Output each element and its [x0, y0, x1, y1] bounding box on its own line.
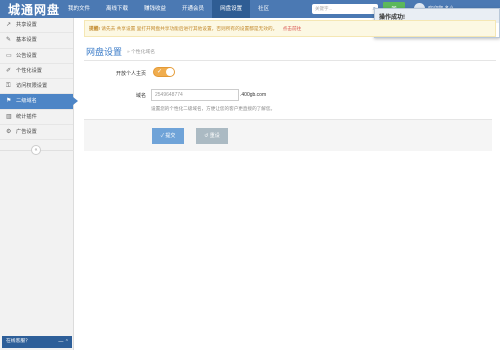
- sidebar-item-label: 公告设置: [16, 52, 37, 59]
- sidebar-item-ads[interactable]: ⚙ 广告设置: [0, 125, 73, 141]
- sidebar-item-subdomain[interactable]: ⚑ 二级域名: [0, 94, 78, 110]
- sidebar-item-label: 二级域名: [16, 98, 37, 105]
- sidebar-item-label: 基本设置: [16, 37, 37, 44]
- reset-label: 重设: [209, 133, 220, 139]
- nav-disk-settings[interactable]: 网盘设置: [212, 0, 251, 18]
- submit-button[interactable]: ✓ 提交: [152, 128, 184, 144]
- title-divider: [84, 60, 496, 61]
- breadcrumb: » 个性化域名: [127, 50, 155, 55]
- sidebar-item-label: 广告设置: [16, 129, 37, 136]
- collapse-icon: «: [34, 147, 38, 153]
- submit-label: 提交: [165, 133, 176, 139]
- notice-prefix: 提醒!: [89, 26, 100, 31]
- sidebar-item-personalize[interactable]: ✐ 个性化设置: [0, 64, 73, 80]
- sidebar-item-announcement[interactable]: ▭ 公告设置: [0, 49, 73, 64]
- notice-text: 请先去 共享设置 里打开网盘共享功能后进行其他设置，否则所有的设置都是无效的。: [101, 26, 278, 31]
- sidebar-item-basic[interactable]: ✎ 基本设置: [0, 33, 73, 49]
- sidebar: ↗ 共享设置 ✎ 基本设置 ▭ 公告设置 ✐ 个性化设置 ⚿ 访问权限设置 ⚑ …: [0, 18, 78, 350]
- nav-offline-download[interactable]: 离线下载: [98, 0, 136, 18]
- stats-icon: ▥: [6, 113, 12, 120]
- warning-notice: 提醒! 请先去 共享设置 里打开网盘共享功能后进行其他设置，否则所有的设置都是无…: [84, 20, 496, 37]
- nav-earnings[interactable]: 赚钱收益: [136, 0, 174, 18]
- form-actions: ✓ 提交 ↺ 重设: [84, 119, 492, 151]
- sidebar-item-label: 共享设置: [16, 22, 37, 28]
- search-placeholder: 关键字...: [315, 6, 333, 11]
- pencil-icon: ✎: [6, 37, 12, 44]
- sidebar-collapse-button[interactable]: «: [31, 145, 41, 155]
- sidebar-item-share[interactable]: ↗ 共享设置: [0, 18, 73, 34]
- sidebar-item-access[interactable]: ⚿ 访问权限设置: [0, 79, 73, 95]
- key-icon: ⚿: [6, 83, 11, 90]
- homepage-toggle[interactable]: ✓: [153, 67, 175, 77]
- page-title: 网盘设置: [86, 47, 123, 57]
- reset-button[interactable]: ↺ 重设: [196, 128, 228, 144]
- domain-label: 域名: [135, 93, 146, 99]
- domain-suffix: .400gb.com: [240, 92, 267, 98]
- chat-label: 在线客服？: [6, 339, 30, 344]
- check-icon: ✓: [157, 69, 163, 75]
- monitor-icon: ▭: [6, 52, 12, 59]
- sidebar-item-label: 访问权限设置: [16, 83, 48, 90]
- app-logo[interactable]: 城通网盘: [8, 1, 60, 18]
- brush-icon: ✐: [6, 67, 12, 74]
- main-nav: 我的文件 离线下载 赚钱收益 开通会员 网盘设置 社区: [60, 0, 277, 18]
- domain-field[interactable]: 2549648774: [151, 89, 239, 101]
- domain-value: 2549648774: [155, 92, 183, 98]
- share-icon: ↗: [6, 22, 12, 28]
- gear-icon: ⚙: [6, 129, 12, 136]
- sidebar-item-label: 个性化设置: [16, 67, 42, 74]
- online-support-bar[interactable]: 在线客服？ — ⌃: [2, 336, 72, 348]
- homepage-label: 开放个人主页: [115, 71, 146, 77]
- domain-help-text: 设置您的个性化二级域名，方便让您的客户更直接的了解您。: [151, 106, 276, 111]
- toggle-knob: [166, 68, 174, 76]
- sidebar-item-label: 统计插件: [16, 113, 37, 120]
- nav-membership[interactable]: 开通会员: [174, 0, 212, 18]
- sidebar-item-stats[interactable]: ▥ 统计插件: [0, 110, 73, 126]
- notice-link[interactable]: 点击前往: [283, 26, 302, 31]
- chat-controls[interactable]: — ⌃: [58, 336, 69, 348]
- nav-community[interactable]: 社区: [250, 0, 277, 18]
- search-input[interactable]: 关键字... ⌕: [312, 4, 378, 14]
- nav-my-files[interactable]: 我的文件: [60, 0, 98, 18]
- flag-icon: ⚑: [6, 98, 12, 105]
